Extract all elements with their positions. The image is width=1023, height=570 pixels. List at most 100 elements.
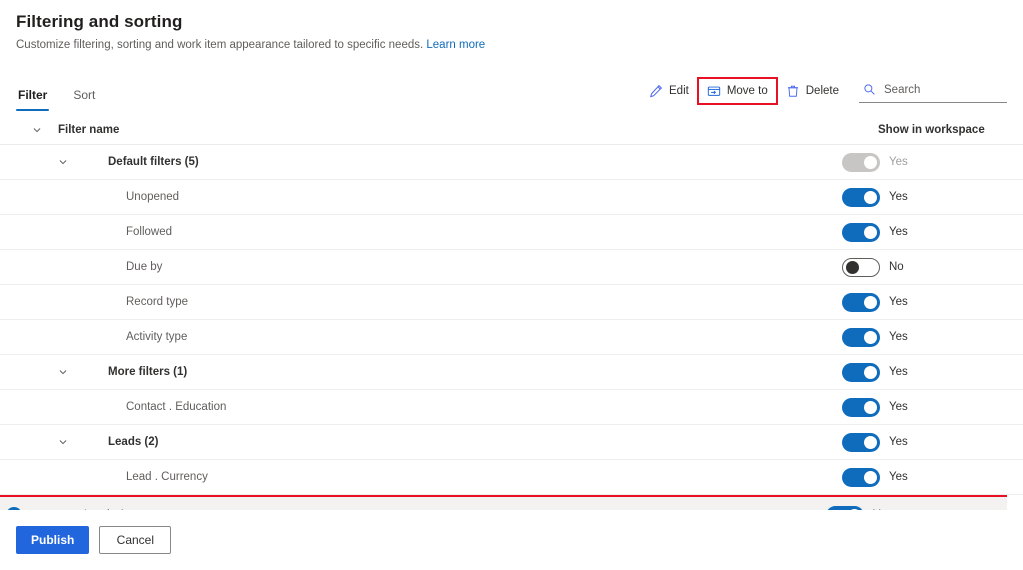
tab-filter-label: Filter — [18, 88, 48, 102]
row-label: Record type — [126, 296, 189, 308]
tab-list: Filter Sort — [16, 88, 97, 111]
row-expand-toggle[interactable] — [16, 437, 84, 447]
tabs-and-command-bar: Filter Sort Edit Move to Delete Search — [0, 75, 1023, 111]
show-in-workspace-toggle[interactable] — [842, 467, 880, 487]
toggle-state-label: Yes — [889, 401, 908, 413]
row-label: Lead . Currency — [126, 471, 208, 483]
chevron-down-icon — [58, 157, 68, 167]
move-to-button[interactable]: Move to — [696, 77, 778, 105]
toggle-state-label: Yes — [889, 471, 908, 483]
row-label: Leads (2) — [108, 436, 159, 448]
command-bar: Edit Move to Delete — [641, 77, 1007, 111]
show-in-workspace-toggle — [842, 152, 880, 172]
tab-filter[interactable]: Filter — [16, 88, 50, 111]
footer-actions: Publish Cancel — [0, 510, 1023, 570]
toggle-state-label: No — [889, 261, 904, 273]
table-row[interactable]: Contact . Education Yes — [0, 390, 1023, 425]
show-in-workspace-toggle-group: Yes — [842, 152, 920, 172]
delete-button-label: Delete — [805, 85, 839, 97]
page-subtitle-text: Customize filtering, sorting and work it… — [16, 39, 424, 51]
row-label: Contact . Education — [126, 401, 227, 413]
chevron-down-icon — [58, 437, 68, 447]
show-in-workspace-toggle[interactable] — [842, 222, 880, 242]
show-in-workspace-toggle-group: Yes — [842, 467, 920, 487]
row-show-in-workspace: Yes — [842, 327, 1007, 347]
row-expand-toggle[interactable] — [16, 157, 84, 167]
row-show-in-workspace: No — [842, 257, 1007, 277]
toggle-state-label: Yes — [889, 156, 908, 168]
row-show-in-workspace: Yes — [842, 187, 1007, 207]
show-in-workspace-toggle[interactable] — [842, 257, 880, 277]
row-label: Activity type — [126, 331, 188, 343]
show-in-workspace-toggle-group: Yes — [842, 432, 920, 452]
table-row[interactable]: More filters (1) Yes — [0, 355, 1023, 390]
row-label: Due by — [126, 261, 163, 273]
table-row[interactable]: Default filters (5) Yes — [0, 145, 1023, 180]
table-row[interactable]: Lead . Currency Yes — [0, 460, 1023, 495]
show-in-workspace-toggle[interactable] — [842, 327, 880, 347]
search-icon — [863, 83, 877, 97]
table-row[interactable]: Due by No — [0, 250, 1023, 285]
tab-sort-label: Sort — [73, 88, 96, 102]
table-row[interactable]: Activity type Yes — [0, 320, 1023, 355]
show-in-workspace-toggle-group: Yes — [842, 292, 920, 312]
row-label: Unopened — [126, 191, 180, 203]
row-label: Default filters (5) — [108, 156, 199, 168]
page-header: Filtering and sorting Customize filterin… — [0, 0, 1023, 53]
trash-icon — [786, 84, 800, 98]
row-show-in-workspace: Yes — [842, 397, 1007, 417]
table-row[interactable]: Leads (2) Yes — [0, 425, 1023, 460]
row-label: Followed — [126, 226, 173, 238]
move-to-folder-icon — [707, 84, 721, 98]
chevron-down-icon — [58, 367, 68, 377]
show-in-workspace-toggle-group: No — [842, 257, 920, 277]
row-show-in-workspace: Yes — [842, 222, 1007, 242]
row-show-in-workspace: Yes — [842, 152, 1007, 172]
row-show-in-workspace: Yes — [842, 432, 1007, 452]
row-show-in-workspace: Yes — [842, 292, 1007, 312]
cancel-button[interactable]: Cancel — [99, 526, 172, 554]
header-filter-name: Filter name — [58, 123, 120, 136]
publish-button[interactable]: Publish — [16, 526, 90, 554]
show-in-workspace-toggle-group: Yes — [842, 327, 920, 347]
tab-sort[interactable]: Sort — [71, 88, 97, 111]
page-subtitle: Customize filtering, sorting and work it… — [16, 38, 1007, 53]
toggle-state-label: Yes — [889, 436, 908, 448]
toggle-state-label: Yes — [889, 331, 908, 343]
show-in-workspace-toggle[interactable] — [842, 292, 880, 312]
table-row[interactable]: Unopened Yes — [0, 180, 1023, 215]
show-in-workspace-toggle-group: Yes — [842, 187, 920, 207]
filters-table: Filter name Show in workspace Default fi… — [0, 115, 1023, 535]
edit-button[interactable]: Edit — [641, 79, 697, 103]
header-collapse-all[interactable] — [16, 125, 58, 135]
toggle-state-label: Yes — [889, 366, 908, 378]
table-row[interactable]: Followed Yes — [0, 215, 1023, 250]
chevron-down-icon — [32, 125, 42, 135]
table-row[interactable]: Record type Yes — [0, 285, 1023, 320]
edit-button-label: Edit — [669, 85, 689, 97]
show-in-workspace-toggle[interactable] — [842, 432, 880, 452]
show-in-workspace-toggle-group: Yes — [842, 362, 920, 382]
row-expand-toggle[interactable] — [16, 367, 84, 377]
table-header-row: Filter name Show in workspace — [0, 115, 1023, 145]
delete-button[interactable]: Delete — [778, 79, 847, 103]
toggle-state-label: Yes — [889, 226, 908, 238]
row-show-in-workspace: Yes — [842, 467, 1007, 487]
search-box[interactable] — [859, 79, 1007, 103]
learn-more-link[interactable]: Learn more — [426, 39, 485, 51]
table-body: Default filters (5) Yes Unopened Yes Followe… — [0, 145, 1023, 535]
toggle-state-label: Yes — [889, 296, 908, 308]
page-title: Filtering and sorting — [16, 12, 183, 31]
show-in-workspace-toggle-group: Yes — [842, 222, 920, 242]
toggle-state-label: Yes — [889, 191, 908, 203]
search-input[interactable] — [884, 84, 1005, 96]
show-in-workspace-toggle-group: Yes — [842, 397, 920, 417]
show-in-workspace-toggle[interactable] — [842, 397, 880, 417]
header-show-in-workspace: Show in workspace — [878, 123, 985, 136]
show-in-workspace-toggle[interactable] — [842, 362, 880, 382]
row-show-in-workspace: Yes — [842, 362, 1007, 382]
row-label: More filters (1) — [108, 366, 188, 378]
move-to-button-label: Move to — [726, 85, 768, 97]
pencil-icon — [649, 84, 663, 98]
show-in-workspace-toggle[interactable] — [842, 187, 880, 207]
